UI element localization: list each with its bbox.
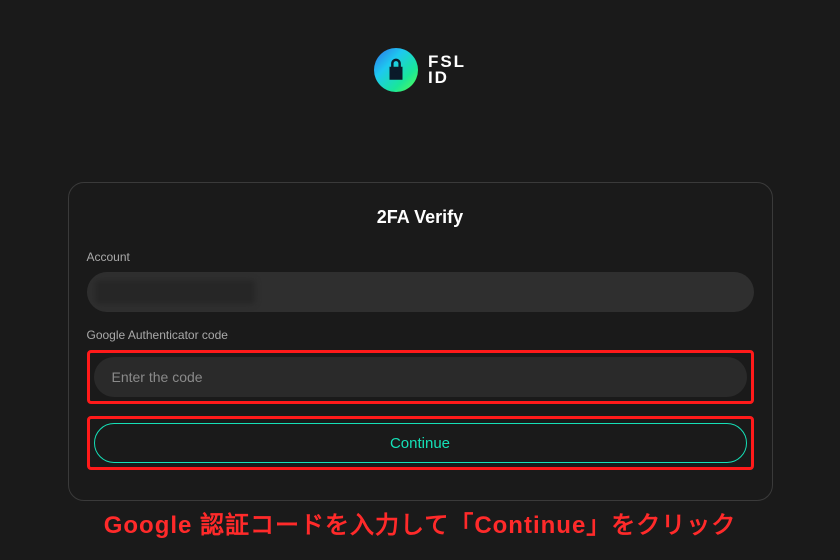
code-label: Google Authenticator code (87, 328, 754, 342)
code-input-highlight (87, 350, 754, 404)
account-label: Account (87, 250, 754, 264)
account-display (87, 272, 754, 312)
card-title: 2FA Verify (87, 207, 754, 228)
continue-highlight: Continue (87, 416, 754, 470)
brand-wordmark: FSL ID (428, 54, 466, 86)
account-redacted (95, 280, 255, 304)
lock-icon (374, 48, 418, 92)
authenticator-code-input[interactable] (94, 357, 747, 397)
brand-header: FSL ID (0, 0, 840, 122)
continue-button[interactable]: Continue (94, 423, 747, 463)
brand-line2: ID (428, 70, 466, 86)
instruction-caption: Google 認証コードを入力して「Continue」をクリック (0, 505, 840, 540)
verify-card: 2FA Verify Account Google Authenticator … (68, 182, 773, 501)
